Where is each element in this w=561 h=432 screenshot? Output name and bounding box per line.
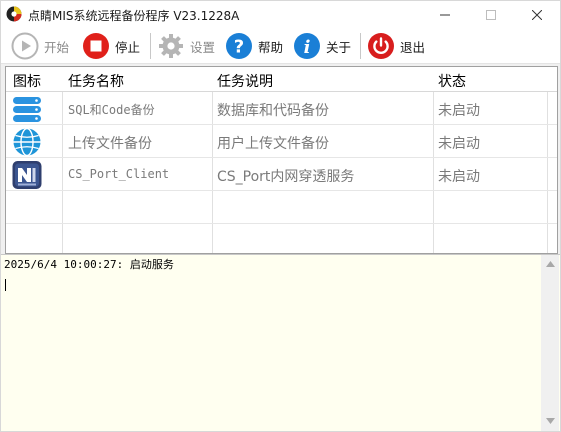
main-window: 点睛MIS系统远程备份程序 V23.1228A 开始 停止 设置 ? 帮助 i … <box>0 0 561 432</box>
database-icon <box>13 97 41 122</box>
scroll-down-icon <box>545 418 555 424</box>
header-icon[interactable]: 图标 <box>13 71 41 91</box>
start-label: 开始 <box>44 39 70 55</box>
task-status: 未启动 <box>438 136 480 152</box>
table-row[interactable]: CS_Port_Client CS_Port内网穿透服务 未启动 <box>6 158 557 191</box>
task-desc: CS_Port内网穿透服务 <box>217 169 355 185</box>
scroll-down-button[interactable] <box>541 414 559 428</box>
start-button[interactable]: 开始 <box>11 31 69 61</box>
maximize-icon <box>486 9 496 20</box>
log-textarea[interactable]: 2025/6/4 10:00:27: 启动服务 <box>1 254 560 431</box>
window-title: 点睛MIS系统远程备份程序 V23.1228A <box>28 9 240 23</box>
toolbar-separator <box>360 33 361 59</box>
exit-label: 退出 <box>400 39 426 55</box>
task-status: 未启动 <box>438 169 480 185</box>
stop-button[interactable]: 停止 <box>82 31 140 61</box>
header-status[interactable]: 状态 <box>438 71 466 91</box>
stop-label: 停止 <box>115 39 141 55</box>
log-scrollbar[interactable] <box>541 255 559 431</box>
log-line: 2025/6/4 10:00:27: 启动服务 <box>4 258 174 271</box>
close-button[interactable] <box>514 1 560 28</box>
title-bar[interactable]: 点睛MIS系统远程备份程序 V23.1228A <box>1 1 560 28</box>
about-button[interactable]: i 关于 <box>293 31 351 61</box>
table-row[interactable]: SQL和Code备份 数据库和代码备份 未启动 <box>6 92 557 125</box>
svg-text:?: ? <box>234 37 244 58</box>
header-task-name[interactable]: 任务名称 <box>68 71 124 91</box>
table-row[interactable]: 上传文件备份 用户上传文件备份 未启动 <box>6 125 557 158</box>
table-header: 图标 任务名称 任务说明 状态 <box>6 67 557 92</box>
settings-label: 设置 <box>190 39 216 55</box>
empty-row <box>6 224 557 253</box>
maximize-button[interactable] <box>468 1 514 28</box>
question-icon: ? <box>226 33 252 59</box>
header-task-desc[interactable]: 任务说明 <box>217 71 273 91</box>
help-label: 帮助 <box>258 39 284 55</box>
task-status: 未启动 <box>438 103 480 119</box>
task-desc: 数据库和代码备份 <box>217 103 329 119</box>
gear-icon <box>159 34 183 58</box>
info-icon: i <box>294 33 320 59</box>
network-client-icon <box>12 161 42 189</box>
task-name: 上传文件备份 <box>68 136 152 152</box>
task-name: CS_Port_Client <box>68 167 170 181</box>
task-name: SQL和Code备份 <box>68 103 155 117</box>
app-logo-icon <box>6 6 22 22</box>
globe-upload-icon <box>13 127 41 157</box>
minimize-icon <box>440 14 450 15</box>
scroll-up-icon <box>545 261 555 267</box>
empty-row <box>6 191 557 224</box>
task-table[interactable]: 图标 任务名称 任务说明 状态 SQL和Code备份 数据库和代码备份 未启动 <box>5 66 558 254</box>
exit-button[interactable]: 退出 <box>367 31 425 61</box>
about-label: 关于 <box>326 39 352 55</box>
close-icon <box>532 9 542 20</box>
play-icon <box>11 32 39 60</box>
toolbar-separator <box>150 33 151 59</box>
toolbar: 开始 停止 设置 ? 帮助 i 关于 退出 <box>1 28 560 64</box>
scroll-up-button[interactable] <box>541 257 559 271</box>
svg-text:i: i <box>304 37 311 58</box>
text-caret <box>5 279 6 291</box>
help-button[interactable]: ? 帮助 <box>225 31 283 61</box>
settings-button[interactable]: 设置 <box>157 31 215 61</box>
minimize-button[interactable] <box>422 1 468 28</box>
power-icon <box>368 33 394 59</box>
task-desc: 用户上传文件备份 <box>217 136 329 152</box>
stop-icon <box>83 33 109 59</box>
